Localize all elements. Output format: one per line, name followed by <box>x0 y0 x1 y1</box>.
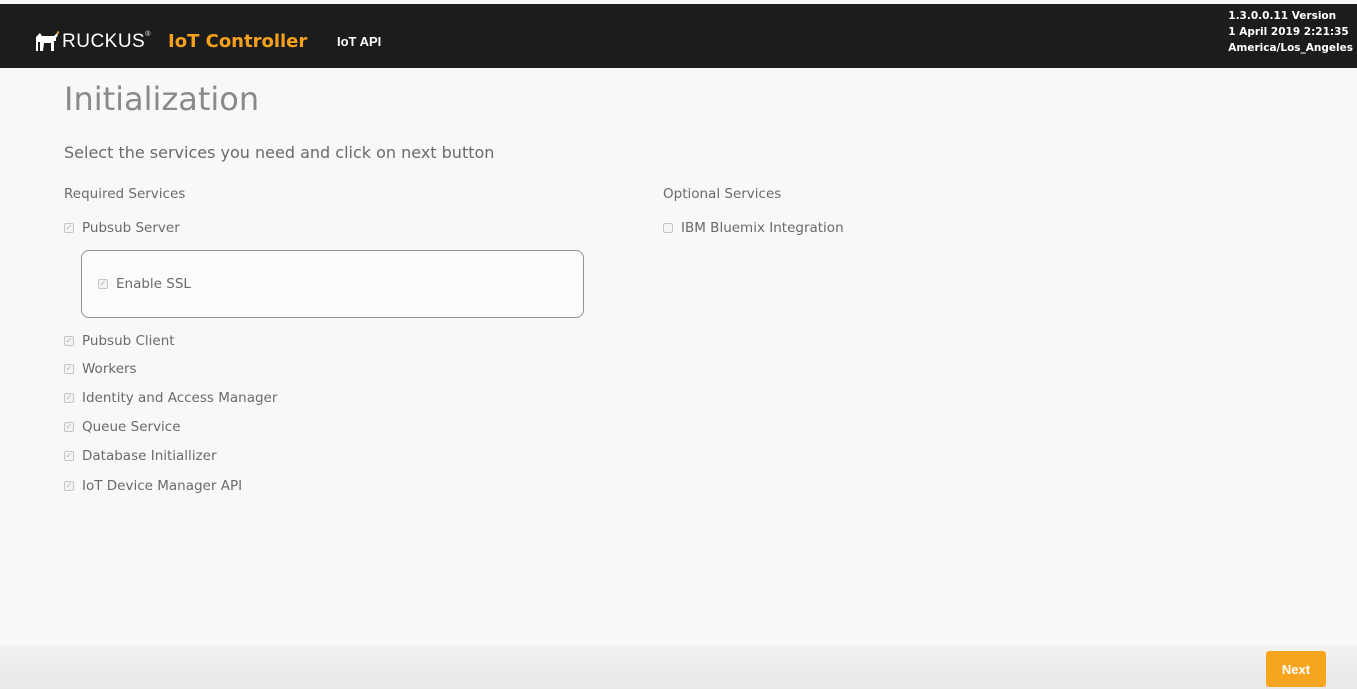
top-header-bar: RUCKUS® IoT Controller IoT API 1.3.0.0.1… <box>0 4 1357 68</box>
service-iot-device-manager-api[interactable]: ✓ IoT Device Manager API <box>64 478 242 494</box>
service-label: Workers <box>82 361 137 377</box>
service-label: Database Initiallizer <box>82 448 217 464</box>
service-label: IoT Device Manager API <box>82 478 243 494</box>
service-label: Queue Service <box>82 419 181 435</box>
footer-bar <box>0 645 1357 689</box>
service-label: Enable SSL <box>116 276 191 292</box>
version-date: 1 April 2019 2:21:35 <box>1228 26 1349 38</box>
trademark: ® <box>145 31 151 38</box>
service-label: Pubsub Client <box>82 333 175 349</box>
checkbox-checked-icon[interactable]: ✓ <box>64 481 74 491</box>
service-identity-access-manager[interactable]: ✓ Identity and Access Manager <box>64 390 277 406</box>
checkbox-checked-icon[interactable]: ✓ <box>64 422 74 432</box>
brand-name: RUCKUS® <box>62 31 151 52</box>
service-pubsub-server[interactable]: ✓ Pubsub Server <box>64 220 180 236</box>
checkbox-checked-icon[interactable]: ✓ <box>64 393 74 403</box>
service-queue[interactable]: ✓ Queue Service <box>64 419 181 435</box>
ruckus-dog-logo-icon <box>36 31 60 51</box>
service-label: Identity and Access Manager <box>82 390 278 406</box>
product-name: IoT Controller <box>168 31 308 52</box>
version-number: 1.3.0.0.11 Version <box>1228 10 1337 22</box>
checkbox-unchecked-icon[interactable] <box>663 223 673 233</box>
service-database-initializer[interactable]: ✓ Database Initiallizer <box>64 448 217 464</box>
checkbox-checked-icon[interactable]: ✓ <box>64 451 74 461</box>
service-workers[interactable]: ✓ Workers <box>64 361 137 377</box>
instructions-text: Select the services you need and click o… <box>64 143 495 162</box>
ruckus-logo[interactable]: RUCKUS® <box>34 30 151 54</box>
version-timezone: America/Los_Angeles <box>1228 42 1353 54</box>
next-button[interactable]: Next <box>1266 651 1326 687</box>
checkbox-checked-icon[interactable]: ✓ <box>64 336 74 346</box>
version-info: 1.3.0.0.11 Version 1 April 2019 2:21:35 … <box>1228 8 1353 56</box>
service-label: IBM Bluemix Integration <box>681 220 844 236</box>
checkbox-checked-icon[interactable]: ✓ <box>98 279 108 289</box>
required-services-heading: Required Services <box>64 186 186 202</box>
service-label: Pubsub Server <box>82 220 180 236</box>
service-pubsub-client[interactable]: ✓ Pubsub Client <box>64 333 175 349</box>
service-ibm-bluemix[interactable]: IBM Bluemix Integration <box>663 220 844 236</box>
service-enable-ssl[interactable]: ✓ Enable SSL <box>98 276 191 292</box>
optional-services-heading: Optional Services <box>663 186 782 202</box>
checkbox-checked-icon[interactable]: ✓ <box>64 223 74 233</box>
page-title: Initialization <box>64 80 260 118</box>
nav-iot-api-link[interactable]: IoT API <box>337 34 381 49</box>
checkbox-checked-icon[interactable]: ✓ <box>64 364 74 374</box>
